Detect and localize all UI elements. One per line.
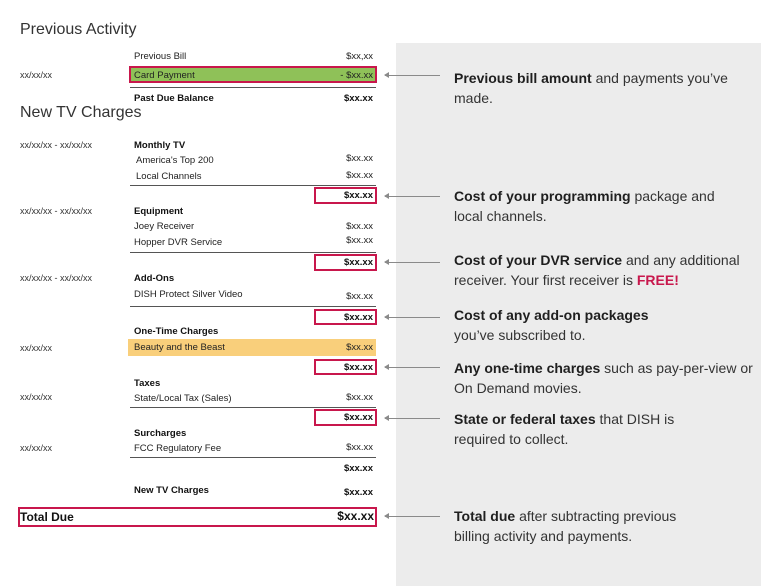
- divider: [130, 87, 376, 88]
- previous-bill-amount: $xx,xx: [346, 51, 373, 62]
- previous-bill-label: Previous Bill: [134, 51, 187, 62]
- line-item-label: Hopper DVR Service: [134, 237, 223, 248]
- taxes-title: Taxes: [134, 378, 161, 389]
- surcharges-title: Surcharges: [134, 428, 187, 439]
- past-due-label: Past Due Balance: [134, 93, 214, 104]
- surcharges-subtotal: $xx.xx: [343, 463, 373, 474]
- line-item-label: DISH Protect Silver Video: [134, 289, 243, 300]
- annotation-previous-bill: Previous bill amount and payments you’ve…: [454, 70, 728, 106]
- new-tv-charges-total-label: New TV Charges: [134, 485, 209, 496]
- total-due-label: Total Due: [20, 510, 74, 524]
- divider: [130, 306, 376, 307]
- line-item-label: America's Top 200: [136, 155, 214, 166]
- divider: [130, 185, 376, 186]
- line-item-amount: $xx.xx: [346, 170, 373, 181]
- annotation-addons: Cost of any add-on packages you’ve subsc…: [454, 307, 649, 343]
- card-payment-amount: - $xx.xx: [340, 70, 373, 81]
- annotation-dvr: Cost of your DVR service and any additio…: [454, 252, 740, 288]
- one-time-date: xx/xx/xx: [20, 343, 53, 353]
- divider: [130, 457, 376, 458]
- surcharges-date: xx/xx/xx: [20, 443, 53, 453]
- past-due-amount: $xx.xx: [343, 93, 373, 104]
- connector-arrow: [384, 364, 440, 370]
- bill-statement: Previous Activity Previous Bill $xx,xx x…: [0, 0, 396, 586]
- line-item-label: Local Channels: [136, 171, 202, 182]
- connector-arrow: [384, 193, 440, 199]
- annotation-one-time: Any one-time charges such as pay-per-vie…: [454, 360, 753, 396]
- connector-arrow: [384, 259, 440, 265]
- equipment-date: xx/xx/xx - xx/xx/xx: [20, 206, 92, 216]
- new-tv-charges-heading: New TV Charges: [20, 104, 142, 121]
- connector-arrow: [384, 415, 440, 421]
- payment-date: xx/xx/xx: [20, 70, 53, 80]
- taxes-date: xx/xx/xx: [20, 392, 53, 402]
- addons-subtotal: $xx.xx: [343, 312, 373, 323]
- line-item-amount: $xx.xx: [346, 342, 373, 353]
- total-due-amount: $xx.xx: [337, 509, 374, 523]
- line-item-label: Joey Receiver: [134, 221, 195, 232]
- line-item-amount: $xx.xx: [346, 442, 373, 453]
- equipment-title: Equipment: [134, 206, 184, 217]
- line-item-label: FCC Regulatory Fee: [134, 443, 222, 454]
- divider: [130, 252, 376, 253]
- addons-title: Add-Ons: [134, 273, 175, 284]
- line-item-label: State/Local Tax (Sales): [134, 393, 232, 404]
- one-time-subtotal: $xx.xx: [343, 362, 373, 373]
- one-time-title: One-Time Charges: [134, 326, 219, 337]
- annotation-programming: Cost of your programming package and loc…: [454, 188, 715, 224]
- monthly-tv-subtotal: $xx.xx: [343, 190, 373, 201]
- taxes-subtotal: $xx.xx: [343, 412, 373, 423]
- annotation-total-due: Total due after subtracting previous bil…: [454, 508, 677, 544]
- line-item-amount: $xx.xx: [346, 221, 373, 232]
- divider: [130, 407, 376, 408]
- connector-arrow: [384, 513, 440, 519]
- equipment-subtotal: $xx.xx: [343, 257, 373, 268]
- line-item-amount: $xx.xx: [346, 291, 373, 302]
- connector-arrow: [384, 314, 440, 320]
- previous-activity-heading: Previous Activity: [20, 21, 137, 38]
- line-item-amount: $xx.xx: [346, 153, 373, 164]
- monthly-tv-date: xx/xx/xx - xx/xx/xx: [20, 140, 92, 150]
- line-item-amount: $xx.xx: [346, 392, 373, 403]
- connector-arrow: [384, 72, 440, 78]
- card-payment-label: Card Payment: [134, 70, 195, 81]
- annotation-taxes: State or federal taxes that DISH is requ…: [454, 411, 675, 447]
- line-item-label: Beauty and the Beast: [134, 342, 225, 353]
- new-tv-charges-total-amount: $xx.xx: [343, 487, 373, 498]
- line-item-amount: $xx.xx: [346, 235, 373, 246]
- monthly-tv-title: Monthly TV: [134, 140, 186, 151]
- addons-date: xx/xx/xx - xx/xx/xx: [20, 273, 92, 283]
